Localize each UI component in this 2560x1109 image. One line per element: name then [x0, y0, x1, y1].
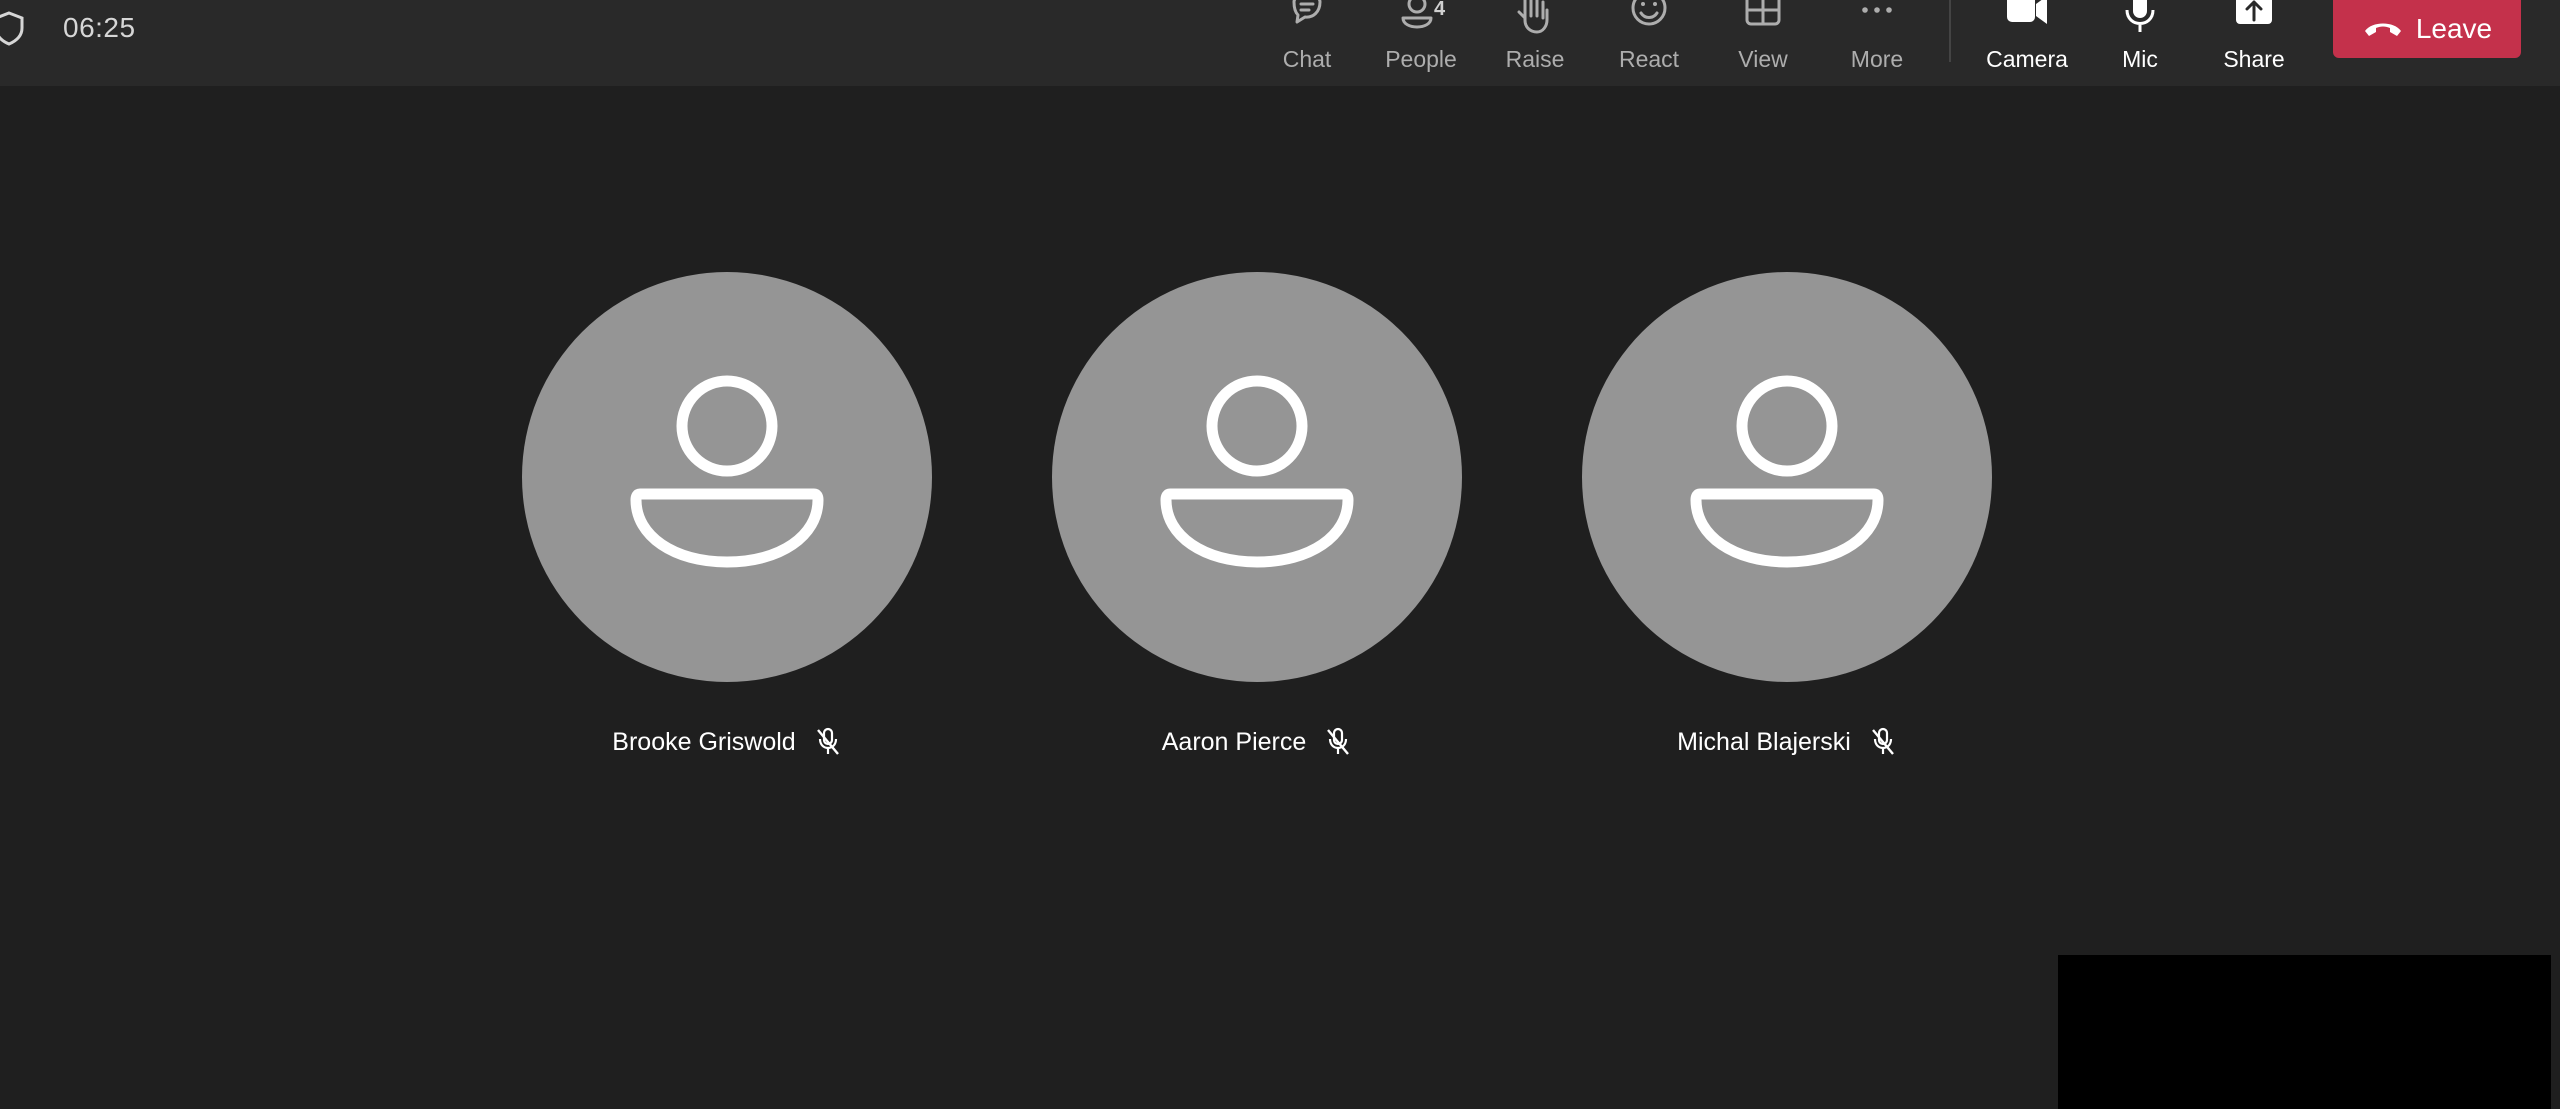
participant-nameplate: Brooke Griswold — [522, 727, 932, 757]
mic-off-icon — [1871, 727, 1894, 755]
mic-off-icon — [1327, 727, 1350, 755]
share-label: Share — [2223, 46, 2285, 72]
hang-up-phone-icon — [2364, 23, 2401, 36]
participant-tile[interactable]: Brooke Griswold — [522, 272, 932, 756]
meeting-toolbar: 06:25 Chat 4 People Raise React View Mor… — [0, 0, 2560, 86]
avatar — [1052, 272, 1462, 682]
camera-label: Camera — [1986, 46, 2068, 72]
person-icon — [1160, 375, 1354, 568]
layout-grid-icon — [1745, 0, 1781, 26]
person-icon — [1690, 375, 1884, 568]
self-view-video[interactable] — [2058, 955, 2551, 1109]
raise-hand-button[interactable]: Raise — [1481, 0, 1589, 86]
participant-name: Aaron Pierce — [1161, 727, 1307, 756]
person-icon — [630, 375, 824, 568]
raise-label: Raise — [1505, 46, 1565, 72]
participant-tile[interactable]: Michal Blajerski — [1582, 272, 1992, 756]
avatar — [1582, 272, 1992, 682]
camera-button[interactable]: Camera — [1973, 0, 2081, 86]
people-label: People — [1385, 46, 1457, 72]
view-button[interactable]: View — [1709, 0, 1817, 86]
participant-nameplate: Michal Blajerski — [1582, 727, 1992, 757]
meeting-timer: 06:25 — [63, 12, 136, 43]
mic-label: Mic — [2122, 46, 2158, 72]
leave-label: Leave — [2415, 13, 2493, 44]
microphone-icon — [2125, 0, 2155, 32]
meeting-window: 06:25 Chat 4 People Raise React View Mor… — [0, 0, 2560, 1109]
shield-icon — [0, 11, 24, 46]
share-screen-icon — [2236, 0, 2272, 24]
people-button[interactable]: 4 People — [1367, 0, 1475, 86]
avatar — [522, 272, 932, 682]
leave-button[interactable]: Leave — [2333, 0, 2521, 58]
smiley-icon — [1631, 0, 1667, 26]
react-button[interactable]: React — [1595, 0, 1703, 86]
view-label: View — [1738, 46, 1788, 72]
more-dots-icon — [1862, 7, 1892, 13]
participant-name: Michal Blajerski — [1677, 727, 1851, 756]
camera-icon — [2007, 0, 2047, 24]
mic-button[interactable]: Mic — [2086, 0, 2194, 86]
more-button[interactable]: More — [1823, 0, 1931, 86]
raise-hand-icon — [1517, 0, 1549, 34]
participant-nameplate: Aaron Pierce — [1052, 727, 1462, 757]
mic-off-icon — [816, 727, 839, 755]
more-label: More — [1850, 46, 1904, 72]
chat-label: Chat — [1282, 46, 1332, 72]
chat-button[interactable]: Chat — [1253, 0, 1361, 86]
chat-icon — [1292, 0, 1322, 24]
participant-tile[interactable]: Aaron Pierce — [1052, 272, 1462, 756]
share-button[interactable]: Share — [2200, 0, 2308, 86]
react-label: React — [1618, 46, 1680, 72]
participant-name: Brooke Griswold — [612, 727, 796, 756]
toolbar-divider — [1949, 0, 1951, 62]
people-count-badge: 4 — [1434, 0, 1446, 20]
